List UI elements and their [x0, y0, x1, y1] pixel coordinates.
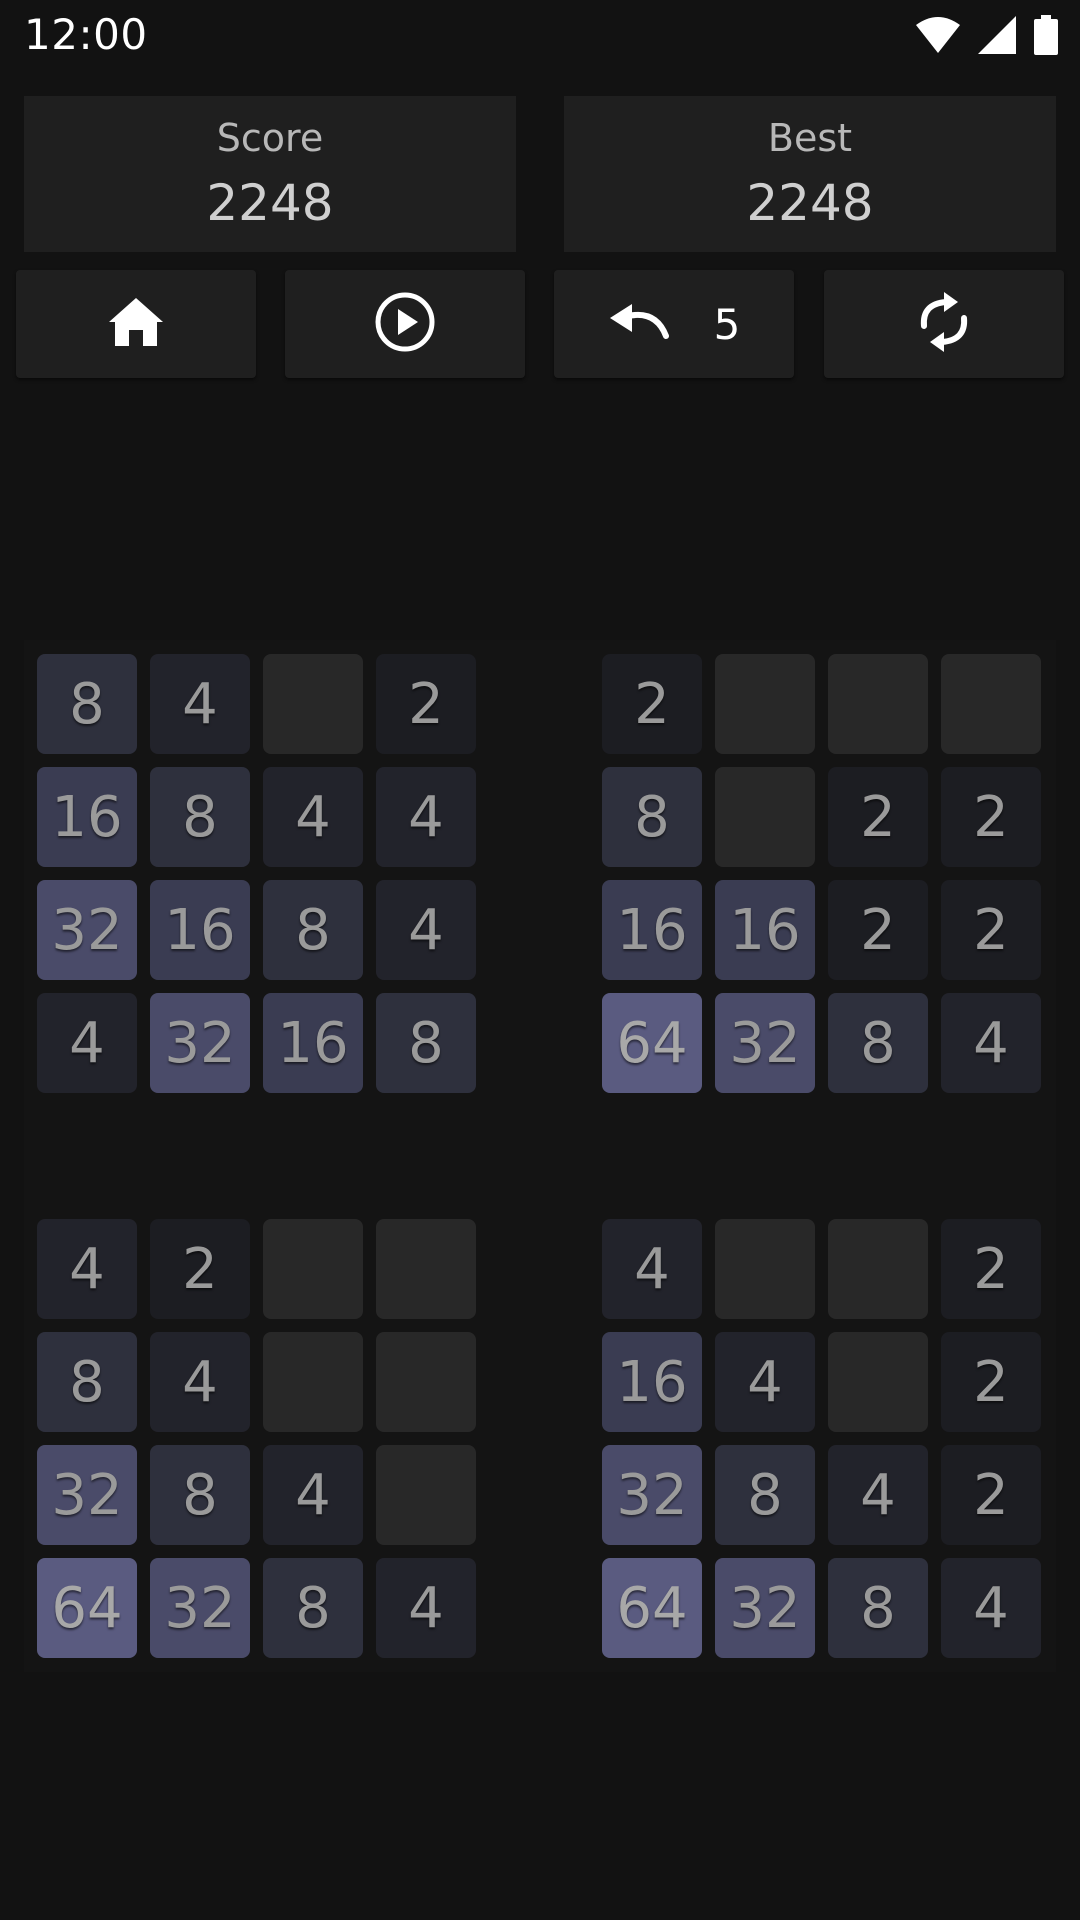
play-circle-icon [374, 291, 436, 357]
board-top-right[interactable]: 2 8 2 2 16 16 2 2 64 32 8 4 [602, 654, 1042, 1094]
restart-button[interactable] [824, 270, 1064, 378]
tile: 2 [376, 654, 476, 754]
best-panel: Best 2248 [564, 96, 1056, 252]
tile: 4 [263, 1445, 363, 1545]
tile: 32 [150, 993, 250, 1093]
tile: 16 [150, 880, 250, 980]
tile: 8 [602, 767, 702, 867]
battery-icon [1034, 15, 1058, 55]
board-bottom-right[interactable]: 4 2 16 4 2 32 8 4 2 64 32 8 4 [602, 1219, 1042, 1659]
wifi-icon [916, 17, 960, 53]
empty-tile [941, 654, 1041, 754]
score-label: Score [216, 116, 324, 160]
tile: 2 [828, 767, 928, 867]
empty-tile [376, 1219, 476, 1319]
tile: 8 [37, 1332, 137, 1432]
control-bar: 5 [16, 270, 1064, 378]
tile: 4 [828, 1445, 928, 1545]
tile: 4 [263, 767, 363, 867]
tile: 32 [715, 1558, 815, 1658]
empty-tile [263, 654, 363, 754]
tile: 16 [263, 993, 363, 1093]
empty-tile [376, 1445, 476, 1545]
tile: 2 [602, 654, 702, 754]
tile: 8 [263, 1558, 363, 1658]
tile: 2 [941, 1332, 1041, 1432]
tile: 8 [828, 1558, 928, 1658]
board-top-left[interactable]: 8 4 2 16 8 4 4 32 16 8 4 4 32 16 8 [37, 654, 477, 1094]
tile: 2 [941, 767, 1041, 867]
tile: 16 [715, 880, 815, 980]
empty-tile [376, 1332, 476, 1432]
tile: 16 [602, 1332, 702, 1432]
play-button[interactable] [285, 270, 525, 378]
tile: 64 [602, 1558, 702, 1658]
status-time: 12:00 [24, 10, 148, 59]
tile: 4 [376, 767, 476, 867]
undo-button[interactable]: 5 [554, 270, 794, 378]
tile: 4 [150, 1332, 250, 1432]
empty-tile [715, 1219, 815, 1319]
tile: 4 [37, 1219, 137, 1319]
tile: 32 [37, 1445, 137, 1545]
tile: 8 [263, 880, 363, 980]
tile: 2 [941, 1445, 1041, 1545]
tile: 8 [150, 1445, 250, 1545]
home-button[interactable] [16, 270, 256, 378]
tile: 2 [828, 880, 928, 980]
tile: 8 [376, 993, 476, 1093]
tile: 2 [941, 880, 1041, 980]
tile: 16 [602, 880, 702, 980]
tile: 64 [602, 993, 702, 1093]
empty-tile [828, 1332, 928, 1432]
game-boards[interactable]: 8 4 2 16 8 4 4 32 16 8 4 4 32 16 8 2 8 2 2 16 16 2 2 64 32 8 4 42… [24, 640, 1056, 1672]
tile: 4 [715, 1332, 815, 1432]
board-bottom-left[interactable]: 4 2 8 4 32 8 4 64 32 8 4 [37, 1219, 477, 1659]
empty-tile [263, 1332, 363, 1432]
tile: 16 [37, 767, 137, 867]
score-panel: Score 2248 [24, 96, 516, 252]
status-bar: 12:00 [0, 0, 1080, 72]
tile: 8 [37, 654, 137, 754]
tile: 8 [150, 767, 250, 867]
status-icons [916, 14, 1058, 56]
undo-count: 5 [713, 299, 741, 349]
tile: 32 [715, 993, 815, 1093]
tile: 4 [376, 880, 476, 980]
empty-tile [715, 767, 815, 867]
tile: 32 [37, 880, 137, 980]
tile: 2 [150, 1219, 250, 1319]
empty-tile [263, 1219, 363, 1319]
empty-tile [828, 654, 928, 754]
home-icon [107, 296, 165, 352]
tile: 4 [37, 993, 137, 1093]
tile: 4 [602, 1219, 702, 1319]
signal-icon [978, 16, 1016, 54]
tile: 4 [376, 1558, 476, 1658]
tile: 4 [150, 654, 250, 754]
best-label: Best [767, 116, 853, 160]
refresh-icon [916, 292, 972, 356]
tile: 4 [941, 993, 1041, 1093]
tile: 32 [150, 1558, 250, 1658]
undo-icon [608, 302, 670, 346]
empty-tile [828, 1219, 928, 1319]
score-value: 2248 [206, 174, 334, 232]
best-value: 2248 [746, 174, 874, 232]
tile: 8 [715, 1445, 815, 1545]
tile: 2 [941, 1219, 1041, 1319]
empty-tile [715, 654, 815, 754]
tile: 4 [941, 1558, 1041, 1658]
tile: 64 [37, 1558, 137, 1658]
tile: 32 [602, 1445, 702, 1545]
tile: 8 [828, 993, 928, 1093]
